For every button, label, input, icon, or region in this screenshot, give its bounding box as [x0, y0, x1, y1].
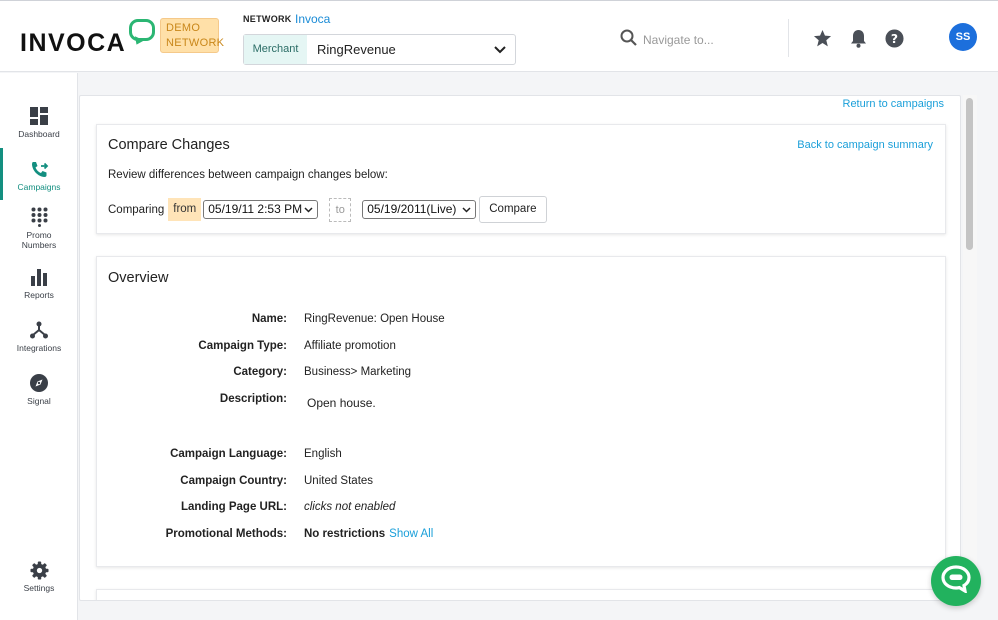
field-label: Promotional Methods: — [165, 528, 287, 540]
bar-chart-icon — [29, 267, 49, 287]
overview-title: Overview — [108, 270, 169, 286]
to-version-value: 05/19/2011(Live) — [367, 202, 457, 216]
overview-card: Overview Name: RingRevenue: Open House C… — [96, 256, 946, 567]
field-value: Open house. — [307, 396, 376, 410]
demo-network-badge: DEMO NETWORK — [160, 18, 225, 53]
chat-button[interactable] — [931, 556, 981, 606]
chevron-down-icon — [462, 201, 471, 218]
chevron-down-icon — [304, 201, 313, 218]
top-header: INVOCA DEMO NETWORK NETWORK Invoca Merch… — [0, 0, 998, 72]
compare-changes-title: Compare Changes — [108, 137, 230, 153]
main-content-panel: Return to campaigns Compare Changes Back… — [79, 95, 961, 601]
promotional-methods-value: No restrictions — [304, 528, 386, 540]
sidebar-item-label: Signal — [27, 396, 51, 406]
merchant-tag: Merchant — [244, 35, 307, 64]
user-avatar[interactable]: SS — [949, 23, 977, 51]
field-label: Campaign Type: — [198, 340, 287, 352]
network-link[interactable]: Invoca — [295, 12, 330, 26]
network-label: NETWORK — [243, 14, 292, 24]
show-all-link[interactable]: Show All — [389, 528, 433, 540]
sidebar-item-signal[interactable]: Signal — [0, 373, 78, 406]
phone-arrow-icon — [29, 159, 49, 179]
field-value: RingRevenue: Open House — [304, 313, 445, 325]
compare-description: Review differences between campaign chan… — [108, 169, 388, 181]
sidebar-item-label: Dashboard — [18, 129, 60, 139]
sidebar-item-label: Settings — [23, 583, 55, 593]
compare-changes-card: Compare Changes Back to campaign summary… — [96, 124, 946, 234]
field-label: Name: — [251, 313, 287, 325]
compare-controls: Comparing from 05/19/11 2:53 PM to 05/19… — [108, 196, 547, 223]
field-value: United States — [304, 475, 374, 487]
scrollbar-thumb[interactable] — [966, 98, 973, 250]
logo-text: INVOCA — [20, 29, 127, 57]
compare-button[interactable]: Compare — [479, 196, 547, 223]
sidebar-item-label: Promo Numbers — [21, 230, 57, 250]
to-tag: to — [329, 197, 352, 222]
navigate-search[interactable]: Navigate to... — [620, 29, 714, 51]
chat-bubble-icon — [941, 564, 971, 598]
from-version-value: 05/19/11 2:53 PM — [208, 202, 303, 216]
to-version-select[interactable]: 05/19/2011(Live) — [362, 200, 477, 219]
from-version-select[interactable]: 05/19/11 2:53 PM — [203, 200, 319, 219]
invoca-logo[interactable]: INVOCA — [20, 19, 155, 58]
merchant-value: RingRevenue — [317, 42, 396, 57]
search-icon — [620, 29, 637, 51]
field-label: Description: — [219, 393, 287, 405]
comparing-label: Comparing — [108, 203, 165, 216]
field-label: Landing Page URL: — [180, 501, 287, 513]
sidebar-item-settings[interactable]: Settings — [0, 560, 78, 593]
search-input[interactable]: Navigate to... — [643, 33, 714, 47]
star-icon[interactable] — [812, 28, 832, 48]
sidebar-item-reports[interactable]: Reports — [0, 267, 78, 300]
compass-icon — [29, 373, 49, 393]
chevron-down-icon — [485, 35, 515, 64]
next-card — [96, 589, 946, 600]
sidebar-item-campaigns[interactable]: Campaigns — [0, 159, 78, 192]
left-sidebar: Dashboard Campaigns Promo Numbers Report… — [0, 73, 78, 620]
logo-bubble-icon — [129, 19, 155, 41]
help-icon[interactable]: ? — [884, 28, 904, 48]
gear-icon — [29, 560, 49, 580]
field-value: clicks not enabled — [304, 501, 395, 513]
header-divider — [788, 19, 789, 57]
sidebar-item-label: Reports — [24, 290, 54, 300]
landing-page-url-value: clicks not enabled — [304, 501, 396, 513]
keypad-icon — [29, 207, 49, 227]
from-tag: from — [168, 198, 202, 221]
field-label: Campaign Country: — [180, 475, 287, 487]
sidebar-item-label: Campaigns — [17, 182, 61, 192]
merchant-selector[interactable]: Merchant RingRevenue — [243, 34, 516, 65]
sidebar-item-dashboard[interactable]: Dashboard — [0, 106, 78, 139]
field-label: Campaign Language: — [170, 448, 287, 460]
sidebar-item-integrations[interactable]: Integrations — [0, 320, 78, 353]
demo-badge-line-2: NETWORK — [166, 37, 225, 49]
demo-badge-line-1: DEMO — [166, 22, 201, 34]
bell-icon[interactable] — [848, 28, 868, 48]
field-value: Business> Marketing — [304, 366, 412, 378]
integrations-icon — [29, 320, 49, 340]
back-to-campaign-summary-link[interactable]: Back to campaign summary — [797, 139, 933, 151]
return-to-campaigns-link[interactable]: Return to campaigns — [843, 98, 945, 110]
sidebar-item-label: Integrations — [16, 343, 62, 353]
svg-text:?: ? — [890, 31, 897, 45]
sidebar-item-promo-numbers[interactable]: Promo Numbers — [0, 207, 78, 250]
field-value: No restrictions Show All — [304, 528, 433, 540]
field-value: English — [304, 448, 342, 460]
field-label: Category: — [233, 366, 287, 378]
field-value: Affiliate promotion — [304, 340, 396, 352]
dashboard-icon — [29, 106, 49, 126]
